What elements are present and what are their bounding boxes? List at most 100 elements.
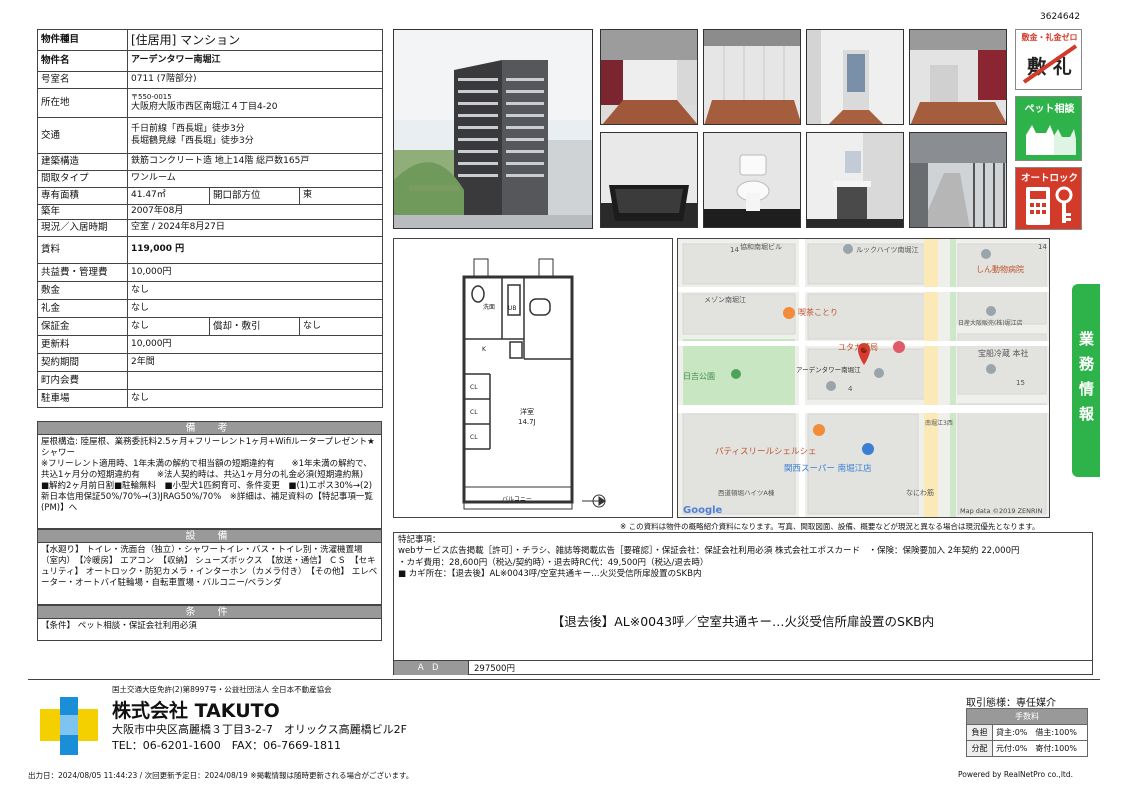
intercom-key-icon — [1026, 186, 1073, 225]
conditions-header: 条 件 — [37, 605, 382, 619]
fee-value: 10,000円 — [126, 263, 384, 282]
map-label-nissan: 日産大阪販売(株)堀江店 — [958, 319, 1023, 327]
map-block-15: 15 — [1016, 379, 1025, 387]
name-label: 物件名 — [37, 50, 128, 72]
fee-label: 共益費・管理費 — [37, 263, 128, 282]
map-label-naniwa-suji: なにわ筋 — [906, 488, 934, 497]
business-info-tab[interactable]: 業務情報 — [1072, 284, 1100, 477]
company-phone: TEL：06-6201-1600 FAX：06-7669-1811 — [112, 739, 342, 752]
building-exterior-photo — [393, 29, 593, 229]
access-line-2: 長堀鶴見緑「西長堀」徒歩3分 — [131, 135, 254, 146]
powered-by: Powered by RealNetPro co.,ltd. — [958, 770, 1073, 779]
map-label-takarabune: 宝船冷蔵 本社 — [978, 348, 1029, 358]
room-size: 14.7J — [518, 418, 536, 426]
room-label: 号室名 — [37, 71, 128, 89]
layout-value: ワンルーム — [126, 170, 384, 188]
deposit-label: 敷金 — [37, 281, 128, 300]
transaction-mode: 取引態様：専任媒介 — [966, 698, 1056, 709]
map-block-14a: 14 — [730, 246, 739, 254]
closet-label-1: CL — [470, 384, 478, 391]
auto-lock-badge: オートロック — [1015, 167, 1082, 230]
kitchen-label: K — [482, 346, 487, 353]
output-date: 出力日：2024/08/05 11:44:23 / 次回更新予定日：2024/0… — [28, 771, 414, 780]
ad-label: ＡＤ — [394, 661, 469, 675]
map-label-maison: メゾン南堀江 — [704, 295, 746, 304]
map-block-4: 4 — [848, 385, 853, 393]
cross-out-icon — [1022, 44, 1078, 84]
key-money-value: なし — [126, 299, 384, 318]
map-label-kotori: 喫茶ことり — [798, 307, 838, 317]
map-label-arden-tower: アーデンタワー南堀江 — [796, 365, 861, 374]
access-label: 交通 — [37, 117, 128, 154]
address-label: 所在地 — [37, 88, 128, 118]
map-label-kyowa: 協和南堀ビル — [740, 242, 782, 251]
washroom-photo — [806, 132, 904, 228]
special-notes-text: 特記事項： webサービス広告掲載［許可］・チラシ、雑誌等掲載広告［要確認］・保… — [398, 535, 1020, 580]
layout-label: 間取タイプ — [37, 170, 128, 188]
map-label-minamihorie-3: 南堀江3西 — [925, 419, 953, 427]
ad-row: ＡＤ 297500円 — [394, 660, 1092, 675]
amortization-label: 償却・敷引 — [209, 317, 300, 336]
rent-value: 119,000 円 — [126, 236, 384, 264]
wash-label: 洗面 — [483, 303, 495, 311]
auto-lock-caption: オートロック — [1020, 173, 1078, 184]
company-logo — [40, 697, 98, 755]
renewal-label: 更新料 — [37, 335, 128, 354]
pet-negotiable-badge: ペット相談 — [1015, 96, 1082, 161]
commission-table: 手数料 負担 貸主:0% 借主:100% 分配 元付:0% 寄付:100% — [966, 708, 1088, 757]
split-label: 分配 — [966, 740, 993, 757]
location-map[interactable]: 協和南堀ビル ルックハイツ南堀江 しん動物病院 メゾン南堀江 喫茶ことり 日産大… — [677, 238, 1050, 518]
burden-label: 負担 — [966, 724, 993, 741]
conditions-text: 【条件】 ペット相談・保証会社利用必須 — [37, 619, 382, 641]
split-value: 元付:0% 寄付:100% — [992, 740, 1088, 757]
company-name: 株式会社 TAKUTO — [112, 700, 280, 722]
room-label: 洋室 — [520, 407, 534, 416]
status-label: 現況／入居時期 — [37, 219, 128, 237]
term-label: 契約期間 — [37, 353, 128, 372]
term-value: 2年間 — [126, 353, 384, 372]
disclaimer: ※ この資料は物件の概略紹介資料になります。写真、間取図面、設備、概要などが現況… — [620, 522, 1040, 531]
footer-divider — [28, 679, 1100, 680]
floor-plan: 洗面 UB K CL CL CL 洋室 14.7J バルコニー — [393, 238, 673, 518]
key-money-label: 礼金 — [37, 299, 128, 318]
burden-value: 貸主:0% 借主:100% — [992, 724, 1088, 741]
closet-label-3: CL — [470, 434, 478, 441]
structure-value: 鉄筋コンクリート造 地上14階 総戸数165戸 — [126, 153, 384, 171]
balcony-label: バルコニー — [502, 496, 532, 503]
room-photo-4 — [909, 29, 1007, 125]
ad-value: 297500円 — [474, 664, 515, 674]
map-label-patisserie: パティスリールシェルシェ — [715, 447, 817, 457]
north-arrow-icon — [582, 494, 606, 508]
bathroom-photo — [600, 132, 698, 228]
no-deposit-key-money-badge: 敷金・礼金ゼロ 敷 礼 — [1015, 29, 1082, 90]
pet-caption: ペット相談 — [1024, 104, 1075, 115]
deposit-value: なし — [126, 281, 384, 300]
google-logo: Google — [683, 505, 723, 516]
renewal-value: 10,000円 — [126, 335, 384, 354]
structure-label: 建築構造 — [37, 153, 128, 171]
town-fee-value — [126, 371, 384, 390]
balcony-photo — [909, 132, 1007, 228]
parking-label: 駐車場 — [37, 389, 128, 408]
property-name: アーデンタワー南堀江 — [126, 50, 384, 72]
closet-label-2: CL — [470, 409, 478, 416]
zip-code: 〒550-0015 — [131, 93, 172, 101]
remarks-text: 屋根構造: 陸屋根、業務委託料2.5ヶ月+フリーレント1ヶ月+Wifiルータープ… — [37, 435, 382, 529]
rent-label: 賃料 — [37, 236, 128, 264]
map-label-yutaka: ユタカ薬局 — [838, 342, 878, 352]
parking-value: なし — [126, 389, 384, 408]
guarantee-label: 保証金 — [37, 317, 128, 336]
direction-value: 東 — [298, 187, 384, 205]
map-label-animal-hospital: しん動物病院 — [976, 264, 1024, 274]
pet-icon — [1026, 125, 1076, 155]
address-value: 大阪府大阪市西区南堀江４丁目4-20 — [131, 101, 278, 112]
room-photo-2 — [703, 29, 801, 125]
room-photo-3 — [806, 29, 904, 125]
map-credit: Map data ©2019 ZENRIN — [960, 507, 1042, 515]
type-label: 物件種目 — [37, 29, 128, 51]
room-photo-1 — [600, 29, 698, 125]
document-id: 3624642 — [1040, 12, 1081, 22]
property-spec-table: 物件種目 [住居用] マンション 物件名 アーデンタワー南堀江 号室名 0711 (7… — [37, 29, 384, 408]
fee-header: 手数料 — [966, 708, 1088, 725]
license-text: 国土交通大臣免許(2)第8997号・公益社団法人 全日本不動産協会 — [112, 685, 332, 694]
